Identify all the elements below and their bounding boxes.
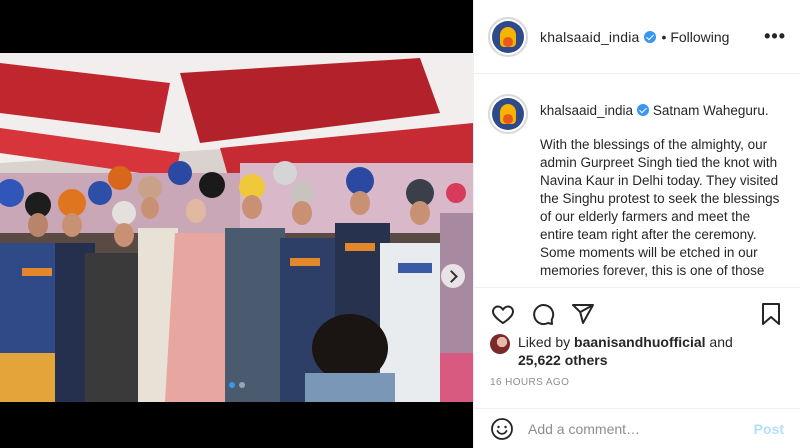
post-header: khalsaaid_india • Following •••	[474, 0, 800, 74]
likes-text[interactable]: Liked by baanisandhuofficial and 25,622 …	[518, 333, 733, 369]
post-comment-button[interactable]: Post	[754, 421, 784, 437]
caption-text: With the blessings of the almighty, our …	[540, 137, 780, 278]
caption-first-line: Satnam Waheguru.	[652, 103, 769, 118]
carousel-dot	[228, 382, 235, 388]
next-arrow-icon[interactable]	[441, 264, 465, 288]
liker-avatar[interactable]	[490, 334, 510, 354]
carousel-dot	[238, 382, 245, 388]
verified-icon	[637, 104, 650, 116]
heart-icon[interactable]	[490, 301, 516, 327]
post-photo[interactable]	[0, 53, 473, 402]
likes-row: Liked by baanisandhuofficial and 25,622 …	[490, 333, 786, 369]
post-side-panel: khalsaaid_india • Following ••• khalsaai…	[473, 0, 800, 448]
comment-bar: Post	[474, 408, 800, 448]
share-icon[interactable]	[570, 301, 596, 327]
likes-count[interactable]: 25,622 others	[518, 352, 608, 368]
group-photo-image	[0, 53, 473, 402]
post-media	[0, 0, 473, 448]
avatar[interactable]	[488, 16, 528, 57]
action-bar	[474, 287, 800, 339]
caption-username[interactable]: khalsaaid_india	[540, 103, 633, 118]
post-timestamp[interactable]: 16 HOURS AGO	[490, 377, 569, 388]
bookmark-icon[interactable]	[758, 301, 784, 327]
more-icon[interactable]: •••	[764, 26, 786, 47]
emoji-icon[interactable]	[490, 417, 514, 441]
khanda-logo-icon	[492, 98, 524, 130]
follow-status[interactable]: • Following	[662, 29, 730, 45]
liker-username[interactable]: baanisandhuofficial	[574, 334, 705, 350]
caption-section: khalsaaid_india Satnam Waheguru. With th…	[474, 74, 800, 287]
username-link[interactable]: khalsaaid_india	[540, 29, 640, 45]
carousel-dots	[0, 382, 473, 388]
comment-icon[interactable]	[530, 301, 556, 327]
comment-input[interactable]	[528, 420, 754, 437]
khanda-logo-icon	[492, 20, 524, 53]
verified-icon	[643, 30, 656, 43]
caption-avatar[interactable]	[488, 94, 528, 134]
